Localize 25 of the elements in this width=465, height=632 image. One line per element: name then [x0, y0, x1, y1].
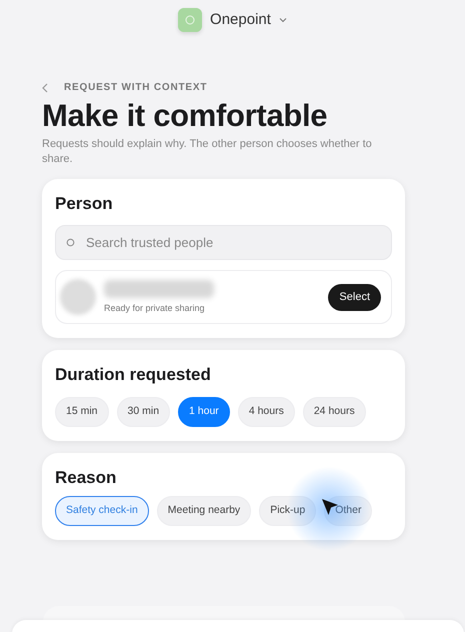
- reason-chip[interactable]: Pick-up: [259, 496, 316, 526]
- back-icon[interactable]: [42, 82, 48, 92]
- eyebrow-label: REQUEST WITH CONTEXT: [64, 81, 208, 95]
- duration-chip[interactable]: 15 min: [55, 396, 109, 427]
- search-icon: [66, 238, 75, 248]
- chevron-down-icon[interactable]: [278, 17, 287, 23]
- duration-chip[interactable]: 1 hour: [178, 396, 230, 427]
- duration-chip[interactable]: 24 hours: [302, 396, 366, 427]
- app-logo: [178, 8, 202, 32]
- card-title: Reason: [55, 466, 116, 489]
- reason-chip[interactable]: Safety check-in: [55, 496, 149, 526]
- person-row[interactable]: Ready for private sharing Select: [55, 270, 392, 324]
- duration-chip[interactable]: 30 min: [116, 396, 170, 427]
- page-title: Make it comfortable: [42, 99, 328, 134]
- card-title: Person: [55, 192, 114, 215]
- app-name[interactable]: Onepoint: [210, 8, 271, 32]
- duration-chip[interactable]: 4 hours: [238, 396, 295, 427]
- person-status: Ready for private sharing: [104, 302, 206, 315]
- reason-chip[interactable]: Meeting nearby: [156, 496, 252, 526]
- card-title: Duration requested: [55, 364, 212, 386]
- page-subtitle: Requests should explain why. The other person chooses whether to share.: [42, 137, 373, 167]
- avatar: [60, 279, 96, 316]
- search-field[interactable]: Search trusted people: [55, 225, 392, 260]
- select-button[interactable]: Select: [328, 284, 381, 311]
- reason-chip[interactable]: Other: [324, 496, 372, 526]
